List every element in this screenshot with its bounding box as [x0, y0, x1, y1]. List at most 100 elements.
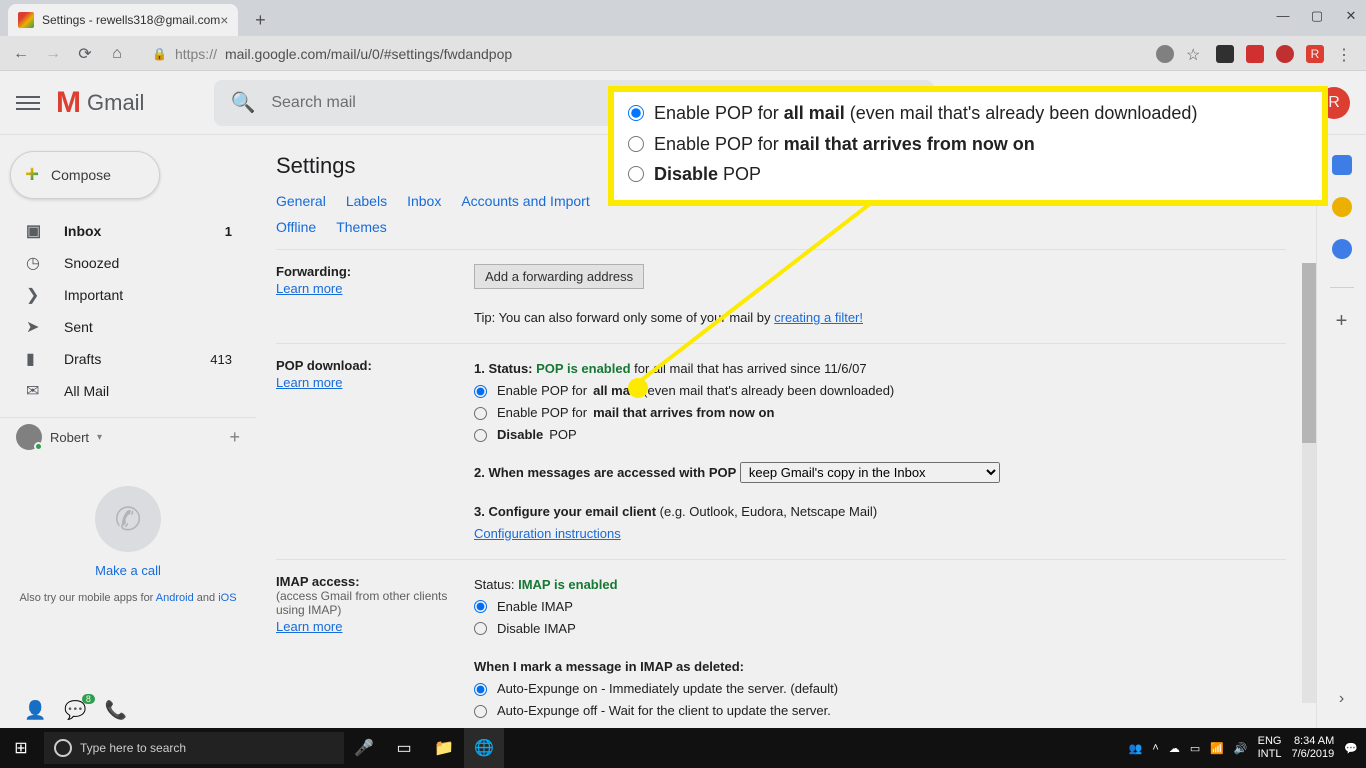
hangouts-user[interactable]: Robert ▾ + — [0, 417, 256, 456]
new-tab-button[interactable]: + — [246, 6, 274, 34]
person-icon[interactable]: 👤 — [24, 700, 46, 721]
maximize-icon[interactable]: ▢ — [1310, 8, 1324, 24]
tab-inbox[interactable]: Inbox — [407, 193, 441, 209]
section-pop: POP download: Learn more 1. Status: POP … — [276, 343, 1286, 559]
people-icon[interactable]: 👥 — [1129, 742, 1143, 755]
callout-radio — [628, 136, 644, 152]
pop-disable-radio[interactable] — [474, 429, 487, 442]
close-icon[interactable]: × — [220, 12, 228, 28]
imap-status: IMAP is enabled — [518, 577, 617, 592]
tab-offline[interactable]: Offline — [276, 219, 316, 235]
calendar-icon[interactable] — [1332, 155, 1352, 175]
add-icon[interactable]: + — [1336, 310, 1348, 333]
profile-avatar[interactable]: R — [1306, 45, 1324, 63]
volume-icon[interactable]: 🔊 — [1234, 742, 1248, 755]
gmail-logo[interactable]: M Gmail — [56, 86, 144, 120]
sidebar-item-allmail[interactable]: ✉ All Mail — [0, 375, 256, 407]
system-tray: 👥 ˄ ☁ ▭ 📶 🔊 ENG INTL 8:34 AM 7/6/2019 💬 — [1129, 735, 1366, 761]
ext-icon[interactable] — [1216, 45, 1234, 63]
ext-icon[interactable] — [1276, 45, 1294, 63]
section-imap: IMAP access: (access Gmail from other cl… — [276, 559, 1286, 728]
scrollbar[interactable] — [1302, 263, 1316, 703]
settings-main: Settings General Labels Inbox Accounts a… — [256, 135, 1316, 728]
wifi-icon[interactable]: 📶 — [1210, 742, 1224, 755]
explorer-icon[interactable]: 📁 — [424, 728, 464, 768]
ios-link[interactable]: iOS — [218, 592, 236, 604]
mic-icon[interactable]: 🎤 — [344, 728, 384, 768]
search-icon: 🔍 — [230, 90, 255, 115]
tab-accounts[interactable]: Accounts and Import — [461, 193, 589, 209]
notifications-icon[interactable]: 💬 — [1344, 742, 1358, 755]
ext-icon[interactable] — [1156, 45, 1174, 63]
back-button[interactable]: ← — [12, 45, 30, 63]
sidebar-item-label: Sent — [64, 319, 93, 335]
lock-icon: 🔒 — [152, 47, 167, 61]
section-forwarding: Forwarding: Learn more Add a forwarding … — [276, 249, 1286, 343]
scroll-thumb[interactable] — [1302, 263, 1316, 443]
reload-button[interactable]: ⟳ — [76, 45, 94, 63]
drafts-icon: ▮ — [26, 349, 46, 369]
browser-tab[interactable]: Settings - rewells318@gmail.com × — [8, 4, 238, 36]
gmail-favicon — [18, 12, 34, 28]
chrome-icon[interactable]: 🌐 — [464, 728, 504, 768]
tasks-icon[interactable] — [1332, 239, 1352, 259]
battery-icon[interactable]: ▭ — [1190, 742, 1200, 755]
settings-tabs-row2: Offline Themes — [276, 219, 1286, 235]
tab-strip: Settings - rewells318@gmail.com × + — ▢ … — [0, 0, 1366, 36]
sidebar-item-important[interactable]: ❯ Important — [0, 279, 256, 311]
menu-icon[interactable]: ⋮ — [1336, 45, 1354, 63]
forward-button[interactable]: → — [44, 45, 62, 63]
sidebar-item-snoozed[interactable]: ◷ Snoozed — [0, 247, 256, 279]
tab-general[interactable]: General — [276, 193, 326, 209]
add-icon[interactable]: + — [229, 427, 240, 448]
clock-icon: ◷ — [26, 253, 46, 273]
forwarding-label: Forwarding: — [276, 264, 351, 279]
android-link[interactable]: Android — [156, 592, 194, 604]
learn-more-link[interactable]: Learn more — [276, 375, 474, 390]
onedrive-icon[interactable]: ☁ — [1169, 742, 1180, 755]
expunge-off-radio[interactable] — [474, 705, 487, 718]
phone-icon[interactable]: 📞 — [105, 700, 127, 721]
bookmark-icon[interactable]: ☆ — [1186, 45, 1204, 63]
imap-enable-radio[interactable] — [474, 600, 487, 613]
sidebar-item-inbox[interactable]: ▣ Inbox 1 — [0, 215, 256, 247]
minimize-icon[interactable]: — — [1276, 8, 1290, 24]
chevron-up-icon[interactable]: ˄ — [1152, 742, 1158, 754]
learn-more-link[interactable]: Learn more — [276, 619, 474, 634]
home-button[interactable]: ⌂ — [108, 45, 126, 63]
compose-button[interactable]: + Compose — [10, 151, 160, 199]
menu-icon[interactable] — [16, 91, 40, 115]
ext-icon[interactable] — [1246, 45, 1264, 63]
language-indicator[interactable]: ENG INTL — [1258, 735, 1282, 761]
taskbar: ⊞ Type here to search 🎤 ▭ 📁 🌐 👥 ˄ ☁ ▭ 📶 … — [0, 728, 1366, 768]
start-button[interactable]: ⊞ — [0, 728, 42, 768]
clock[interactable]: 8:34 AM 7/6/2019 — [1291, 735, 1334, 761]
tab-labels[interactable]: Labels — [346, 193, 387, 209]
side-panel: + › — [1316, 135, 1366, 728]
pop-nowon-radio[interactable] — [474, 407, 487, 420]
make-call-link[interactable]: Make a call — [95, 563, 161, 578]
taskview-icon[interactable]: ▭ — [384, 728, 424, 768]
sidebar-item-label: Important — [64, 287, 123, 303]
learn-more-link[interactable]: Learn more — [276, 281, 474, 296]
add-forwarding-button[interactable]: Add a forwarding address — [474, 264, 644, 289]
expunge-on-radio[interactable] — [474, 683, 487, 696]
address-bar: ← → ⟳ ⌂ 🔒 https:// mail.google.com/mail/… — [0, 36, 1366, 71]
config-instructions-link[interactable]: Configuration instructions — [474, 526, 621, 541]
pop-allmail-radio[interactable] — [474, 385, 487, 398]
url-field[interactable]: 🔒 https:// mail.google.com/mail/u/0/#set… — [140, 40, 1142, 68]
close-window-icon[interactable]: ✕ — [1344, 8, 1358, 24]
imap-disable-radio[interactable] — [474, 622, 487, 635]
pop-action-select[interactable]: keep Gmail's copy in the Inbox — [740, 462, 1000, 483]
chevron-right-icon[interactable]: › — [1339, 690, 1344, 708]
sidebar-item-label: Snoozed — [64, 255, 119, 271]
sidebar-item-sent[interactable]: ➤ Sent — [0, 311, 256, 343]
keep-icon[interactable] — [1332, 197, 1352, 217]
inbox-icon: ▣ — [26, 221, 46, 241]
hangouts-icon[interactable]: 💬8 — [64, 700, 86, 721]
create-filter-link[interactable]: creating a filter! — [774, 310, 863, 325]
tab-themes[interactable]: Themes — [336, 219, 387, 235]
sidebar-item-drafts[interactable]: ▮ Drafts 413 — [0, 343, 256, 375]
tab-title: Settings - rewells318@gmail.com — [42, 13, 220, 27]
taskbar-search[interactable]: Type here to search — [44, 732, 344, 764]
